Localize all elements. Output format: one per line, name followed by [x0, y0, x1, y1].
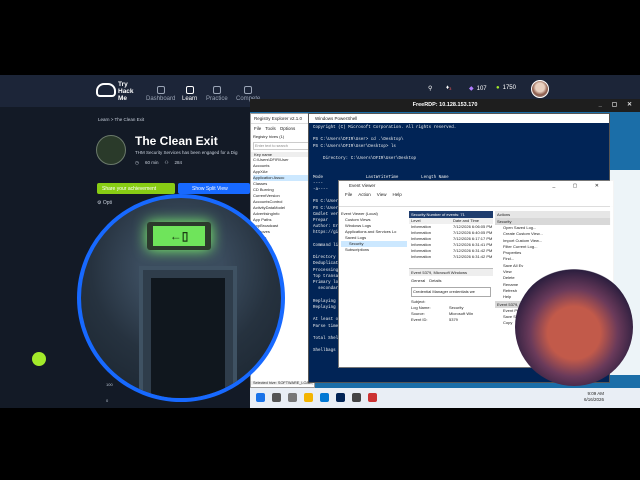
options-button[interactable]: ⚙ Opti [97, 200, 112, 206]
notification-bell-icon[interactable]: ♦ 3 [446, 85, 451, 91]
room-icon [96, 135, 126, 165]
rdp-titlebar: FreeRDP: 10.128.153.170 _ ▢ ✕ [250, 99, 640, 112]
letterbox-top [0, 0, 640, 75]
room-meta: ◷ 60 min ⚇ 284 [135, 160, 182, 166]
nav-practice[interactable]: Practice [206, 86, 228, 102]
regedit-search-input[interactable]: Enter text to search [253, 142, 312, 150]
users-icon: ⚇ [164, 160, 169, 165]
chart-tick-top: 100 [106, 382, 113, 387]
regedit-tree[interactable]: C:\Users\DFIR\User Accounts AppXAe Appli… [251, 157, 314, 241]
flame-icon: ● [496, 85, 500, 91]
regedit-menu: File Tools Options [251, 124, 314, 133]
taskbar-clock[interactable]: 9:09 AM 6/16/2026 [584, 391, 604, 403]
assistant-bot-icon[interactable] [32, 352, 46, 366]
event-viewer-toolbar [339, 198, 613, 207]
cloud-icon [96, 83, 116, 97]
room-user-count: 284 [174, 160, 183, 165]
powershell-icon[interactable] [336, 393, 345, 402]
room-duration: 60 min [144, 160, 159, 165]
edge-icon[interactable] [320, 393, 329, 402]
terminal-icon[interactable] [352, 393, 361, 402]
gem-icon: ◆ [469, 86, 474, 92]
task-view-icon[interactable] [288, 393, 297, 402]
doorway-image [151, 278, 225, 398]
tryhackme-logo[interactable]: Try Hack Me [96, 79, 136, 103]
learn-icon [185, 86, 194, 94]
event-list-header: Security Number of events: 71 [409, 211, 493, 218]
event-message: Credential Manager credentials we [411, 287, 491, 297]
table-row[interactable]: Information 7/12/2026 6:31:42 PM [409, 254, 493, 260]
start-icon[interactable] [256, 393, 265, 402]
menu-help[interactable]: Help [392, 192, 401, 197]
event-viewer-titlebar: Event Viewer _ ▢ ✕ [349, 181, 607, 191]
tree-item[interactable]: Subscriptions [341, 247, 407, 253]
split-view-button[interactable]: Show Split View [178, 183, 250, 194]
exit-arrow-icon: ←▯ [153, 226, 205, 246]
menu-options[interactable]: Options [280, 126, 296, 131]
menu-view[interactable]: View [377, 192, 387, 197]
dashboard-icon [156, 86, 165, 94]
window-controls[interactable]: _ ▢ ✕ [599, 99, 636, 112]
event-viewer-tree[interactable]: Event Viewer (Local) Custom Views Window… [341, 211, 407, 361]
menu-action[interactable]: Action [358, 192, 371, 197]
room-hero-image: ←▯ [77, 194, 285, 402]
nav-dashboard[interactable]: Dashboard [146, 86, 175, 102]
regedit-title: Registry Explorer v2.1.0 [251, 114, 314, 124]
streak-counter: ● 1750 [496, 85, 516, 91]
breadcrumb[interactable]: Learn > The Clean Exit [98, 117, 144, 122]
menu-file[interactable]: File [345, 192, 352, 197]
event-detail-title: Event 5379, Microsoft Windows [409, 269, 493, 276]
powershell-title: Windows PowerShell [309, 114, 609, 123]
window-controls[interactable]: _ ▢ ✕ [553, 181, 607, 191]
user-avatar[interactable] [531, 80, 549, 98]
actions-subheader: Security [495, 218, 611, 225]
tab-general[interactable]: General [411, 278, 425, 283]
menu-file[interactable]: File [254, 126, 261, 131]
search-icon[interactable]: ⚲ [428, 85, 432, 92]
file-explorer-icon[interactable] [304, 393, 313, 402]
event-viewer-menu: File Action View Help [339, 191, 613, 198]
windows-taskbar: 9:09 AM 6/16/2026 [250, 388, 640, 408]
gear-icon: ⚙ [97, 200, 102, 206]
event-field: Event ID: 5379 [411, 317, 458, 322]
event-detail-pane: Event 5379, Microsoft Windows General De… [409, 268, 493, 323]
points-counter: ◆ 107 [469, 85, 487, 93]
app-icon[interactable] [368, 393, 377, 402]
nav-learn[interactable]: Learn [182, 86, 197, 102]
practice-icon [212, 86, 221, 94]
letterbox-bottom [0, 408, 640, 480]
actions-header: Actions [495, 211, 611, 218]
event-list[interactable]: Security Number of events: 71 Level Date… [409, 211, 493, 361]
regedit-tab[interactable]: Registry hives (1) [251, 133, 314, 140]
regedit-status: Selected hive: SOFTWARE_LOAD, Last write… [251, 381, 314, 385]
menu-tools[interactable]: Tools [265, 126, 276, 131]
room-description: THM Security Services has been engaged f… [135, 150, 238, 155]
chart-tick-bottom: 0 [106, 398, 109, 403]
share-button-label: Share your achievement [102, 185, 157, 192]
split-button-label: Show Split View [192, 185, 228, 192]
compete-icon [244, 86, 253, 94]
clock-icon: ◷ [135, 160, 139, 165]
logo-text: Try Hack Me [118, 81, 134, 102]
fox-mascot-image [515, 268, 633, 386]
event-detail-tabs: General Details [409, 276, 493, 285]
search-icon[interactable] [272, 393, 281, 402]
share-achievement-button[interactable]: Share your achievement [97, 183, 175, 194]
tab-details[interactable]: Details [429, 278, 441, 283]
exit-sign-image: ←▯ [147, 222, 211, 250]
room-title: The Clean Exit [135, 134, 218, 148]
